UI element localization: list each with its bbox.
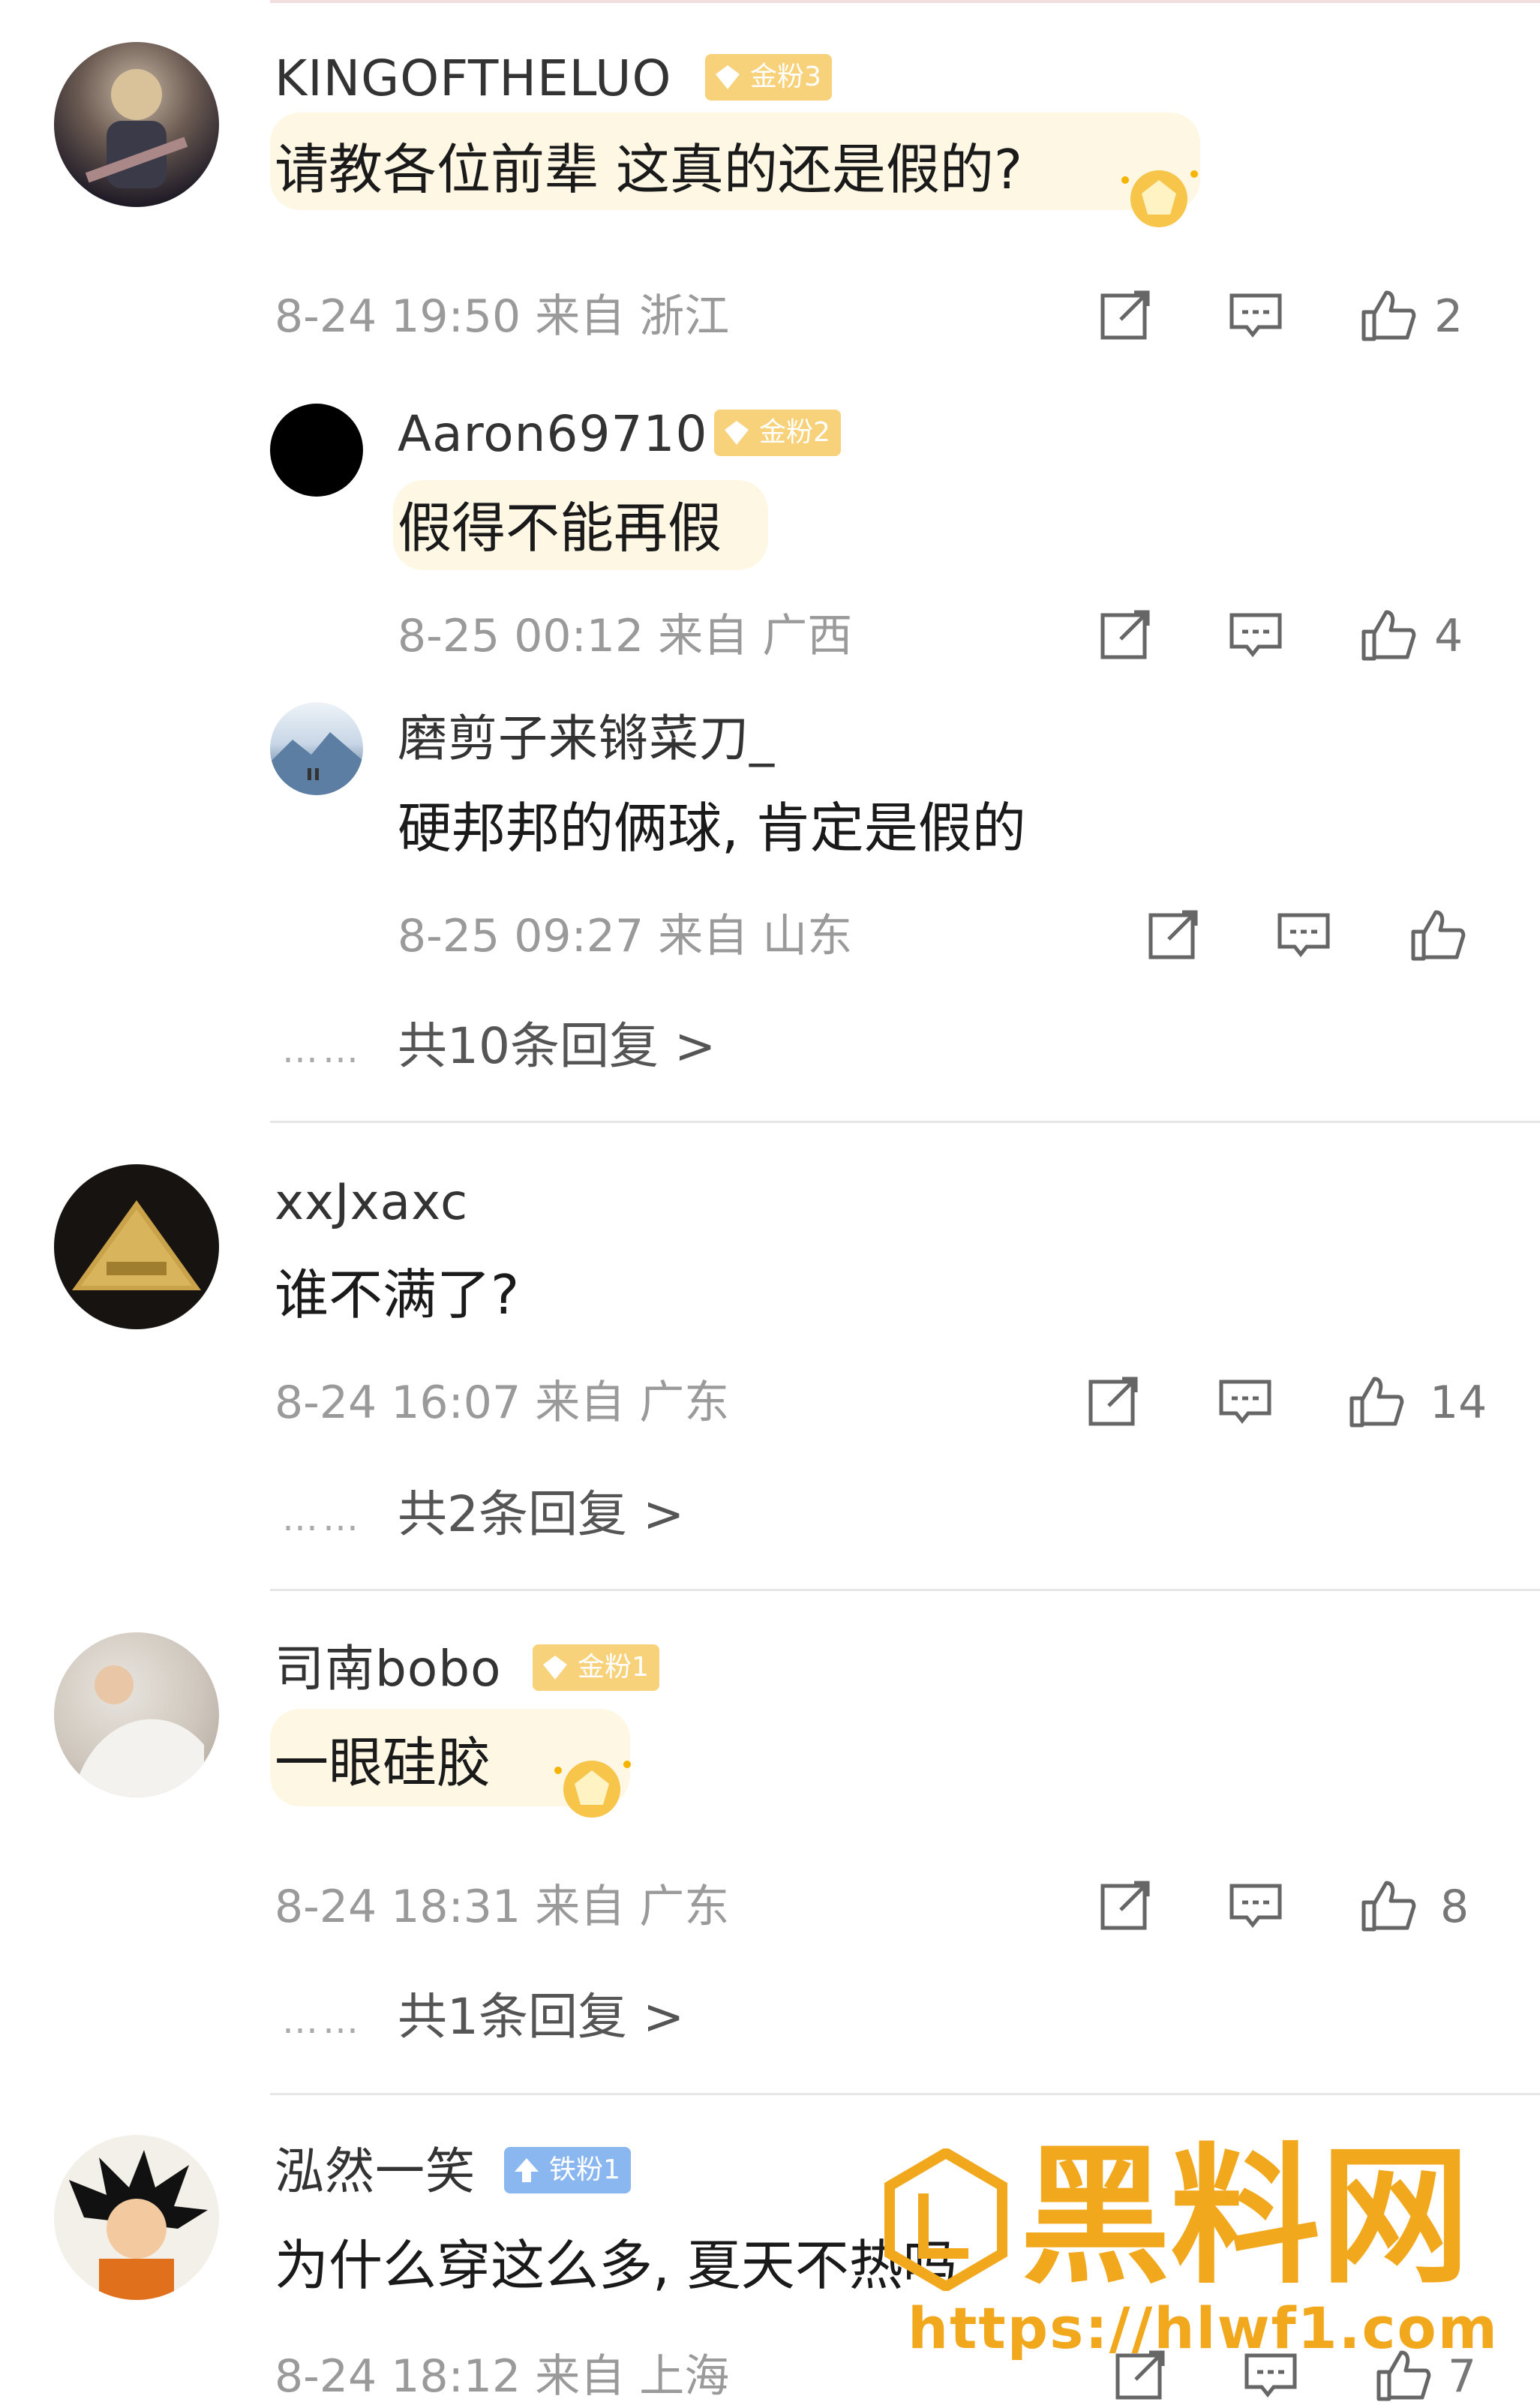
reply-text: 假得不能再假 (398, 497, 722, 560)
like-count: 14 (1430, 1377, 1487, 1429)
comment-icon[interactable] (1226, 285, 1286, 345)
like-icon[interactable] (1358, 1875, 1418, 1935)
badge-diamond-icon (543, 1656, 567, 1680)
badge-arrow-icon (515, 2158, 539, 2182)
like-icon[interactable] (1346, 1371, 1406, 1431)
badge-label: 铁粉1 (549, 2154, 620, 2185)
like-icon[interactable] (1407, 905, 1467, 965)
reply-username[interactable]: Aaron69710 (398, 410, 707, 459)
comment-meta: 8-24 16:07 来自 广东 (275, 1377, 730, 1429)
watermark-url: https://hlwf1.com (908, 2295, 1499, 2361)
fan-badge: 金粉1 (533, 1644, 659, 1691)
watermark-logo-icon (884, 2148, 1007, 2291)
comment-meta: 8-24 18:31 来自 广东 (275, 1881, 730, 1933)
sticker-icon (554, 1761, 631, 1818)
reply-ellipsis: …… (282, 1029, 363, 1071)
like-count: 4 (1434, 610, 1463, 662)
comment-icon[interactable] (1226, 1875, 1286, 1935)
comment-icon[interactable] (1274, 905, 1334, 965)
share-icon[interactable] (1095, 285, 1155, 345)
like-icon[interactable] (1358, 285, 1418, 345)
comment-text: 为什么穿这么多, 夏天不热吗 (275, 2234, 957, 2297)
comment-icon[interactable] (1226, 605, 1286, 665)
reply-ellipsis: …… (282, 1497, 363, 1539)
comment-meta: 8-24 19:50 来自 浙江 (275, 290, 730, 343)
username[interactable]: 泓然一笑 (275, 2147, 476, 2196)
share-icon[interactable] (1095, 605, 1155, 665)
sticker-icon (1121, 170, 1198, 227)
view-replies-link[interactable]: 共2条回复 > (398, 1490, 684, 1539)
reply-meta: 8-25 09:27 来自 山东 (398, 910, 853, 962)
badge-label: 金粉1 (578, 1652, 649, 1683)
comment-text: 请教各位前辈 这真的还是假的? (275, 138, 1023, 201)
comment-meta: 8-24 18:12 来自 上海 (275, 2350, 730, 2403)
avatar-image (69, 2150, 208, 2300)
top-divider (270, 0, 1540, 3)
fan-badge: 金粉2 (714, 410, 841, 456)
username[interactable]: xxJxaxc (275, 1178, 468, 1227)
avatar[interactable] (54, 1164, 219, 1329)
divider (270, 2093, 1540, 2095)
like-count: 2 (1434, 290, 1463, 343)
comment-icon[interactable] (1215, 1371, 1275, 1431)
username[interactable]: KINGOFTHELUO (275, 54, 671, 104)
avatar[interactable] (54, 2135, 219, 2300)
share-icon[interactable] (1095, 1875, 1155, 1935)
avatar-image (270, 732, 363, 795)
avatar[interactable] (270, 702, 363, 795)
view-replies-link[interactable]: 共10条回复 > (398, 1022, 716, 1071)
reply-text: 硬邦邦的俩球, 肯定是假的 (398, 797, 1026, 860)
username[interactable]: 司南bobo (275, 1644, 502, 1694)
avatar[interactable] (54, 42, 219, 207)
avatar-image (77, 1665, 204, 1797)
watermark-brand: 黑料网 (1020, 2130, 1471, 2304)
comment-text: 一眼硅胶 (275, 1731, 491, 1794)
share-icon[interactable] (1143, 905, 1203, 965)
reply-username[interactable]: 磨剪子来锵菜刀_ (398, 714, 775, 764)
comment-text: 谁不满了? (275, 1263, 520, 1326)
divider (270, 1121, 1540, 1123)
avatar[interactable] (54, 1632, 219, 1797)
badge-diamond-icon (716, 65, 740, 89)
fan-badge: 铁粉1 (504, 2147, 631, 2193)
view-replies-link[interactable]: 共1条回复 > (398, 1992, 684, 2042)
avatar-image (72, 1200, 201, 1290)
badge-diamond-icon (725, 421, 749, 445)
reply-meta: 8-25 00:12 来自 广西 (398, 610, 853, 662)
share-icon[interactable] (1083, 1371, 1143, 1431)
reply-ellipsis: …… (282, 2000, 363, 2042)
avatar[interactable] (270, 404, 363, 497)
badge-label: 金粉2 (759, 417, 830, 448)
divider (270, 1589, 1540, 1591)
like-icon[interactable] (1358, 605, 1418, 665)
badge-label: 金粉3 (750, 62, 821, 92)
avatar-image (85, 69, 188, 188)
like-count: 8 (1440, 1881, 1469, 1933)
fan-badge: 金粉3 (705, 54, 832, 101)
